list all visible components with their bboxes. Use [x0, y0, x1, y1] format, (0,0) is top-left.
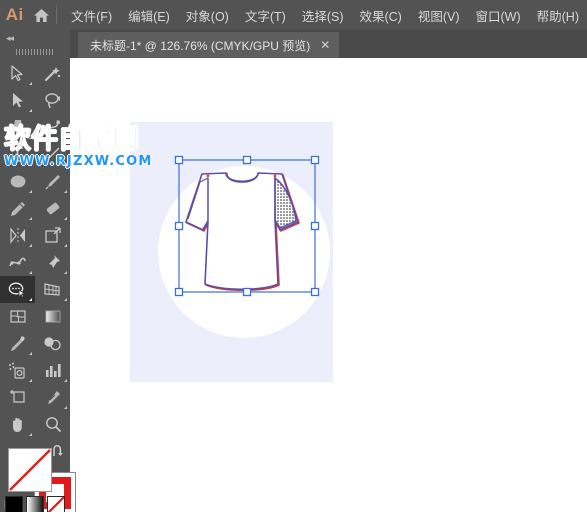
width-tool[interactable] [0, 249, 35, 276]
eyedropper-icon [10, 336, 25, 351]
blend-icon [44, 337, 61, 351]
bar-chart-icon [45, 364, 61, 377]
color-mode-solid[interactable] [5, 496, 23, 512]
lasso-tool[interactable] [35, 87, 70, 114]
selection-handle-e [310, 221, 320, 231]
app-logo: Ai [5, 5, 24, 24]
line-segment-tool[interactable] [35, 141, 70, 168]
fill-swatch[interactable] [8, 448, 52, 492]
eraser-tool[interactable] [35, 195, 70, 222]
selection-handle-s [242, 287, 252, 297]
scale-icon [44, 227, 61, 243]
curvature-tool[interactable] [35, 114, 70, 141]
document-tab-strip: 未标题-1* @ 126.76% (CMYK/GPU 预览) ✕ [70, 30, 587, 58]
free-transform-tool[interactable] [35, 249, 70, 276]
arrow-filled-icon [13, 93, 23, 108]
slice-knife-icon [47, 391, 60, 404]
eraser-icon [46, 202, 59, 215]
shape-builder-tool[interactable] [0, 276, 35, 303]
magnifier-icon [45, 417, 61, 432]
lasso-icon [44, 93, 60, 109]
type-t-icon [12, 147, 23, 162]
paintbrush-tool[interactable] [35, 168, 70, 195]
rotate-tool[interactable] [0, 222, 35, 249]
reflect-icon [9, 227, 25, 244]
type-tool[interactable] [0, 141, 35, 168]
mesh-tool[interactable] [0, 303, 35, 330]
ellipse-tool[interactable] [0, 168, 35, 195]
width-warp-icon [9, 257, 26, 267]
pen-nib-icon [13, 120, 22, 135]
selection-handle-nw [174, 155, 184, 165]
pushpin-icon [47, 255, 60, 270]
color-mode-gradient[interactable] [26, 496, 44, 512]
menu-object[interactable]: 对象(O) [178, 0, 237, 30]
color-mode-buttons [5, 493, 65, 512]
shape-builder-icon [8, 282, 27, 298]
magic-wand-tool[interactable] [35, 60, 70, 87]
illustrator-window: Ai 文件(F) 编辑(E) 对象(O) 文字(T) 选择(S) 效果(C) 视… [0, 0, 587, 512]
pen-tool[interactable] [0, 114, 35, 141]
pencil-icon [10, 202, 25, 216]
home-button[interactable] [29, 0, 54, 30]
zoom-tool[interactable] [35, 411, 70, 438]
direct-selection-tool[interactable] [0, 87, 35, 114]
perspective-grid-tool[interactable] [35, 276, 70, 303]
collapse-panel-icon[interactable]: ◂◂ [0, 30, 70, 46]
eyedropper-tool[interactable] [0, 330, 35, 357]
canvas-area[interactable] [70, 58, 587, 512]
menubar-divider [56, 6, 58, 24]
tools-panel: ◂◂ [0, 30, 76, 512]
hand-tool[interactable] [0, 411, 35, 438]
arrow-outline-icon [11, 65, 23, 82]
selection-tool[interactable] [0, 60, 35, 87]
ellipse-icon [10, 175, 25, 188]
menu-select[interactable]: 选择(S) [294, 0, 352, 30]
column-graph-tool[interactable] [35, 357, 70, 384]
menu-window[interactable]: 窗口(W) [468, 0, 529, 30]
hand-icon [12, 417, 22, 432]
menu-view[interactable]: 视图(V) [410, 0, 468, 30]
menu-file[interactable]: 文件(F) [63, 0, 120, 30]
document-tab-title: 未标题-1* @ 126.76% (CMYK/GPU 预览) [90, 38, 311, 53]
gradient-tool[interactable] [35, 303, 70, 330]
swap-fill-stroke-icon[interactable] [50, 444, 66, 465]
selection-handle-w [174, 221, 184, 231]
magic-wand-icon [44, 67, 61, 82]
selection-handle-sw [174, 287, 184, 297]
gradient-icon [45, 310, 60, 323]
color-mode-none[interactable] [47, 496, 65, 512]
home-icon [33, 8, 50, 23]
close-icon[interactable]: ✕ [320, 39, 330, 51]
symbol-sprayer-icon [9, 362, 25, 379]
selection-handle-ne [310, 155, 320, 165]
mesh-icon [9, 310, 26, 323]
selection-handle-n [242, 155, 252, 165]
symbol-sprayer-tool[interactable] [0, 357, 35, 384]
menu-type[interactable]: 文字(T) [237, 0, 294, 30]
panel-drag-handle[interactable] [0, 46, 70, 58]
artboard-icon [9, 390, 25, 403]
document-tab-active[interactable]: 未标题-1* @ 126.76% (CMYK/GPU 预览) ✕ [78, 32, 340, 58]
line-segment-icon [45, 147, 60, 162]
menu-item-list: 文件(F) 编辑(E) 对象(O) 文字(T) 选择(S) 效果(C) 视图(V… [63, 0, 587, 30]
slice-tool[interactable] [35, 384, 70, 411]
menu-effect[interactable]: 效果(C) [351, 0, 409, 30]
pencil-tool[interactable] [0, 195, 35, 222]
menu-help[interactable]: 帮助(H) [529, 0, 587, 30]
tool-grid [0, 58, 70, 438]
blend-tool[interactable] [35, 330, 70, 357]
paintbrush-icon [45, 175, 60, 190]
menu-edit[interactable]: 编辑(E) [120, 0, 178, 30]
menu-bar: Ai 文件(F) 编辑(E) 对象(O) 文字(T) 选择(S) 效果(C) 视… [0, 0, 587, 30]
artboard-tool[interactable] [0, 384, 35, 411]
curvature-icon [44, 120, 60, 135]
perspective-grid-icon [44, 283, 60, 296]
selection-handle-se [310, 287, 320, 297]
selection-bounding-box[interactable] [174, 155, 326, 307]
scale-tool[interactable] [35, 222, 70, 249]
